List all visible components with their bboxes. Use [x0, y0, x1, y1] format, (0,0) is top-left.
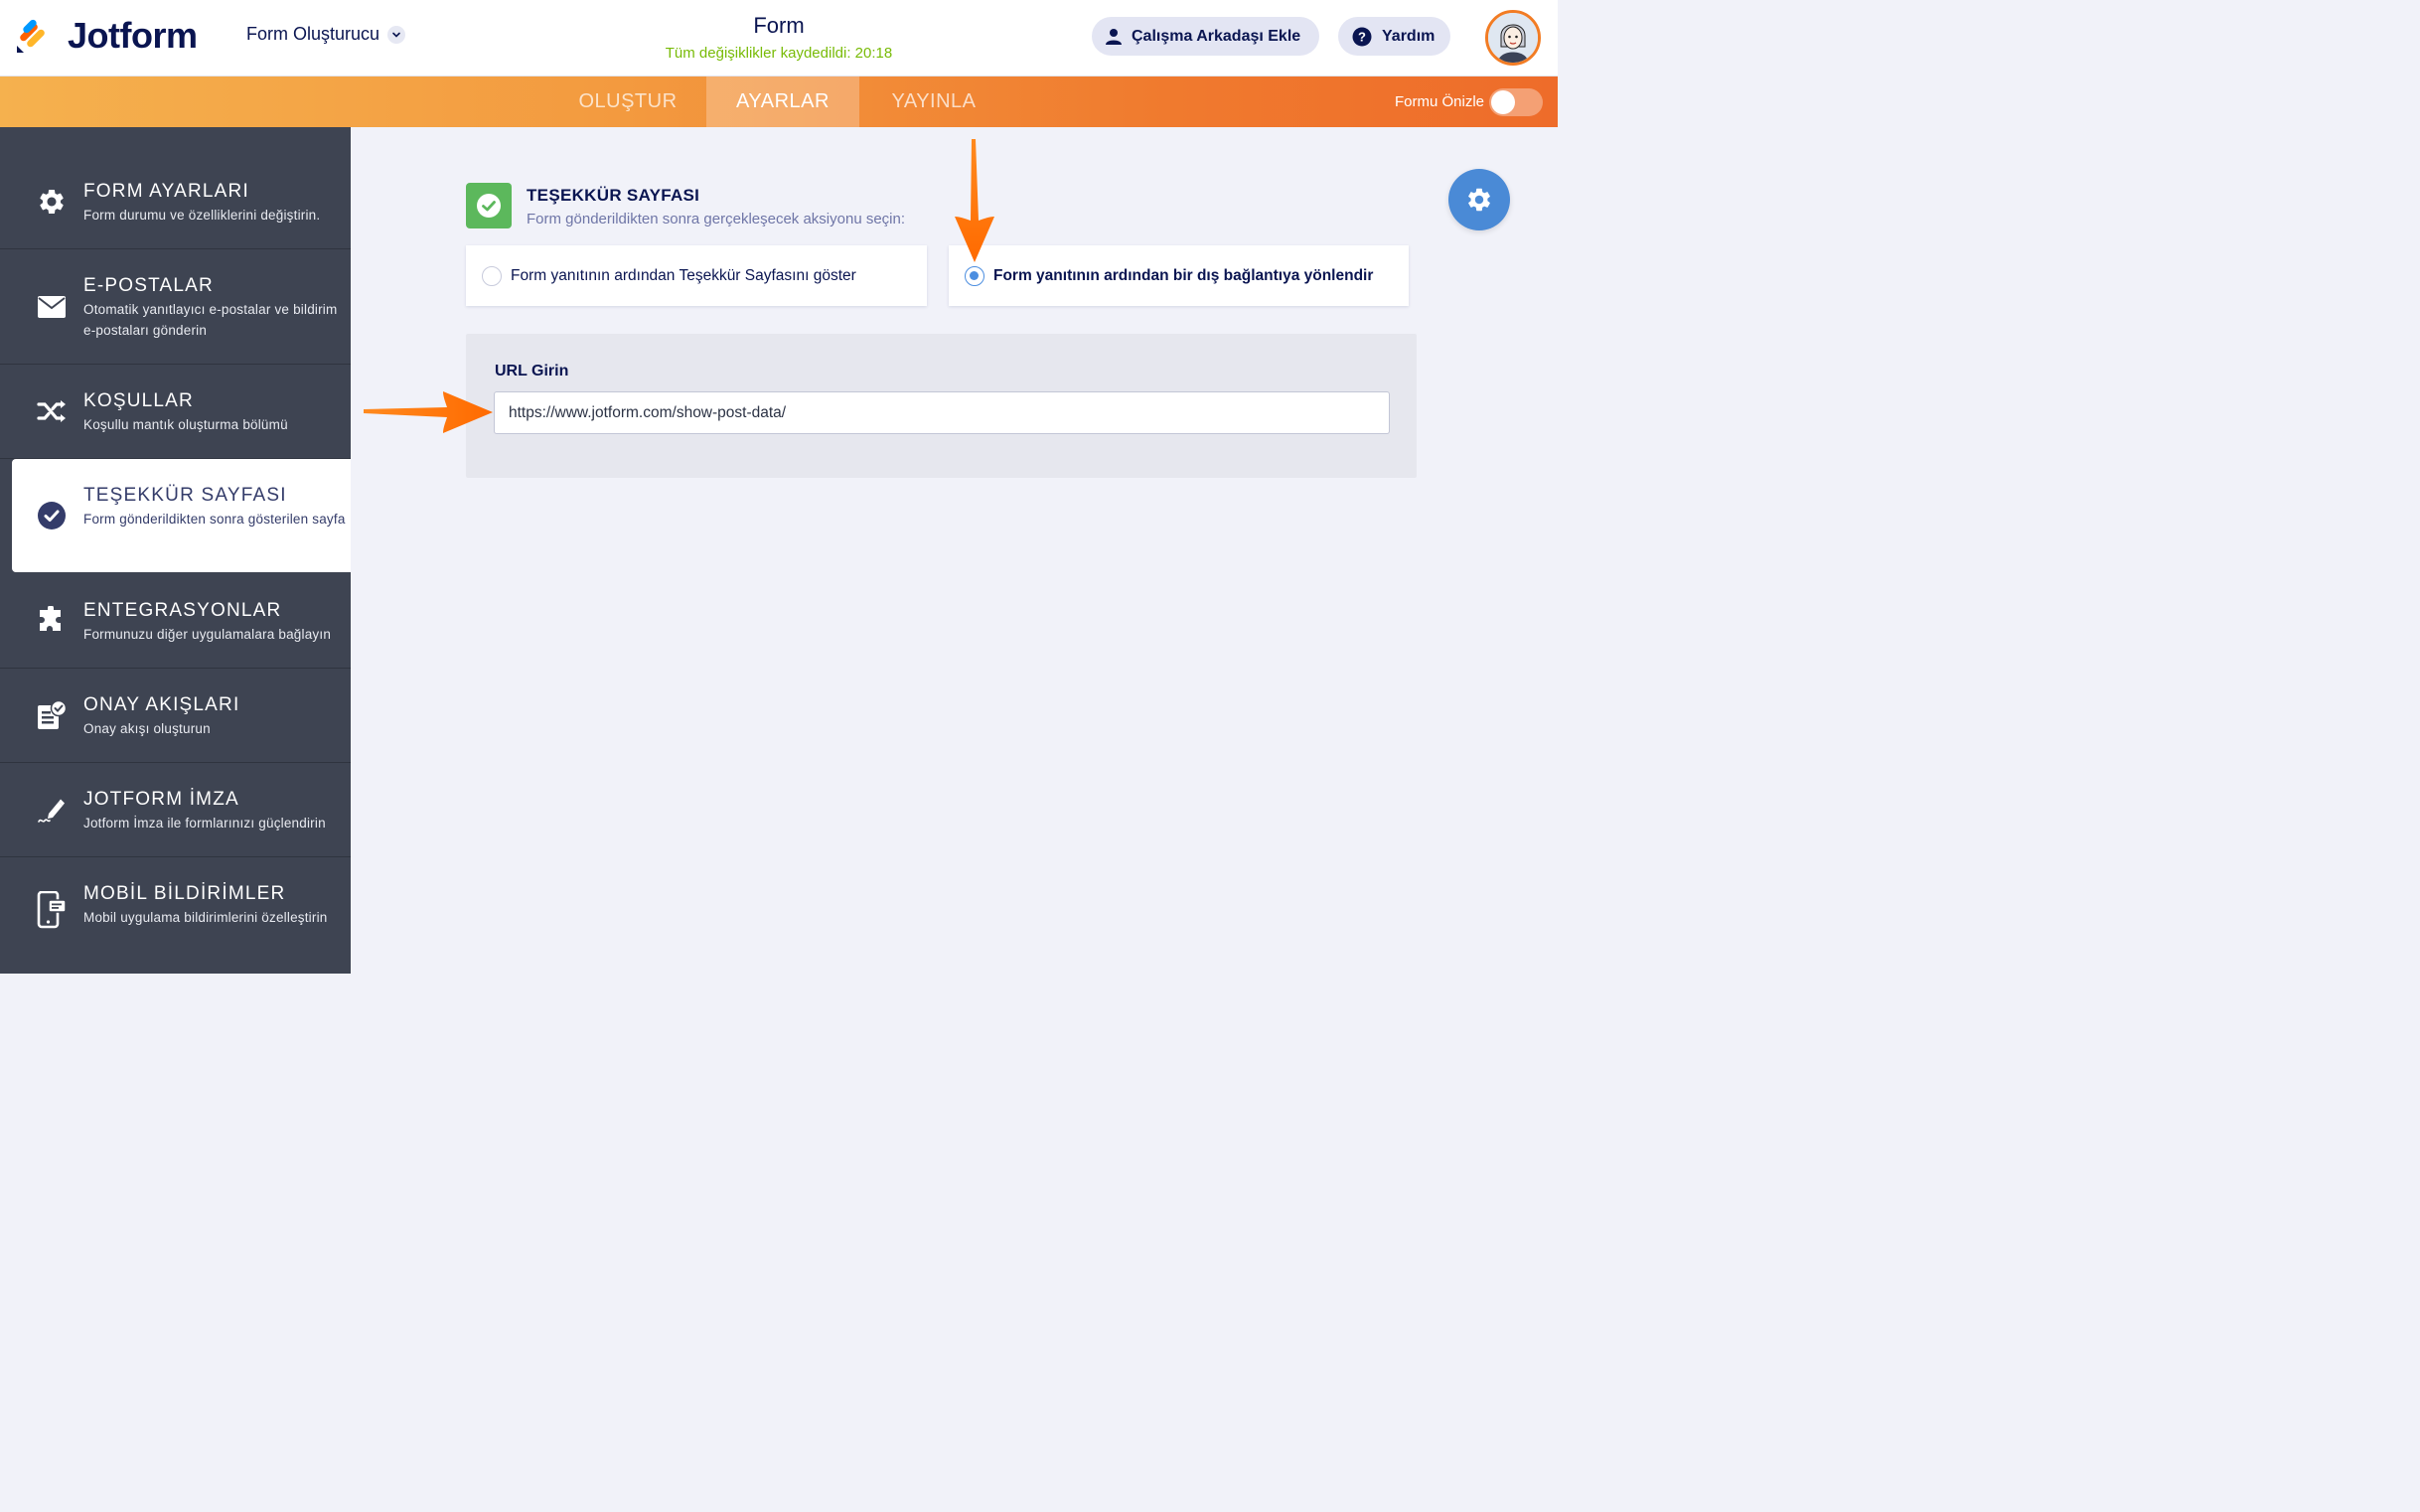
pen-signature-icon — [37, 796, 67, 826]
mobile-notification-icon — [37, 891, 67, 929]
avatar[interactable] — [1485, 10, 1541, 66]
sidebar-item-jotform-sign[interactable]: JOTFORM İMZA Jotform İmza ile formlarını… — [0, 763, 351, 857]
sidebar-item-title: ONAY AKIŞLARI — [83, 694, 240, 715]
tab-publish[interactable]: YAYINLA — [860, 76, 1007, 127]
question-icon: ? — [1352, 27, 1372, 47]
save-status: Tüm değişiklikler kaydedildi: 20:18 — [665, 45, 893, 62]
preview-toggle[interactable] — [1489, 88, 1543, 116]
annotation-arrow-right — [364, 391, 493, 433]
option-redirect-external-link[interactable]: Form yanıtının ardından bir dış bağlantı… — [949, 245, 1409, 306]
gear-icon — [1468, 188, 1490, 212]
invite-collaborator-label: Çalışma Arkadaşı Ekle — [1132, 27, 1301, 45]
section-subtitle: Form gönderildikten sonra gerçekleşecek … — [527, 211, 906, 227]
sidebar-item-title: KOŞULLAR — [83, 390, 194, 411]
sidebar-item-title: TEŞEKKÜR SAYFASI — [83, 485, 287, 506]
svg-text:?: ? — [1358, 29, 1366, 44]
preview-form-label: Formu Önizle — [1394, 93, 1484, 110]
puzzle-icon — [37, 605, 67, 635]
url-label: URL Girin — [495, 363, 569, 379]
gear-icon — [37, 187, 67, 217]
form-title-block: Form Tüm değişiklikler kaydedildi: 20:18 — [0, 13, 1558, 62]
option-label: Form yanıtının ardından bir dış bağlantı… — [993, 266, 1374, 284]
envelope-icon — [37, 292, 67, 322]
sidebar-item-title: E-POSTALAR — [83, 275, 214, 296]
sidebar-item-integrations[interactable]: ENTEGRASYONLAR Formunuzu diğer uygulamal… — [0, 574, 351, 669]
sidebar-item-approval-flows[interactable]: ONAY AKIŞLARI Onay akışı oluşturun — [0, 669, 351, 763]
settings-gear-button[interactable] — [1448, 169, 1510, 230]
sidebar-item-title: MOBİL BİLDİRİMLER — [83, 883, 286, 904]
radio-button[interactable] — [482, 265, 502, 286]
sidebar-item-thank-you-page[interactable]: TEŞEKKÜR SAYFASI Form gönderildikten son… — [12, 459, 351, 572]
tab-build[interactable]: OLUŞTUR — [551, 76, 704, 127]
invite-collaborator-button[interactable]: Çalışma Arkadaşı Ekle — [1092, 17, 1319, 56]
form-title[interactable]: Form — [0, 13, 1558, 39]
settings-sidebar: FORM AYARLARI Form durumu ve özellikleri… — [0, 127, 351, 974]
sidebar-item-conditions[interactable]: KOŞULLAR Koşullu mantık oluşturma bölümü — [0, 365, 351, 459]
section-title: TEŞEKKÜR SAYFASI — [527, 186, 700, 205]
top-header: Jotform Form Oluşturucu Form Tüm değişik… — [0, 0, 1558, 76]
radio-button-selected[interactable] — [965, 265, 984, 286]
main-navbar: OLUŞTUR AYARLAR YAYINLA Formu Önizle — [0, 76, 1558, 127]
sidebar-item-desc: Form gönderildikten sonra gösterilen say… — [83, 512, 346, 527]
sidebar-item-desc: Form durumu ve özelliklerini değiştirin. — [83, 208, 321, 223]
annotation-arrow-down — [955, 139, 994, 262]
option-show-thank-you-page[interactable]: Form yanıtının ardından Teşekkür Sayfası… — [466, 245, 927, 306]
user-icon — [1106, 28, 1122, 46]
sidebar-item-title: ENTEGRASYONLAR — [83, 600, 282, 621]
sidebar-item-desc: Formunuzu diğer uygulamalara bağlayın — [83, 627, 332, 642]
approval-document-icon — [37, 700, 67, 730]
shuffle-icon — [37, 396, 67, 426]
sidebar-item-desc: Koşullu mantık oluşturma bölümü — [83, 417, 288, 432]
toggle-knob — [1491, 90, 1515, 114]
option-label: Form yanıtının ardından Teşekkür Sayfası… — [511, 266, 856, 284]
help-label: Yardım — [1382, 27, 1436, 45]
sidebar-item-title: JOTFORM İMZA — [83, 789, 239, 810]
sidebar-item-mobile-notifications[interactable]: MOBİL BİLDİRİMLER Mobil uygulama bildiri… — [0, 857, 351, 974]
sidebar-item-desc: Otomatik yanıtlayıcı e-postalar ve bildi… — [83, 302, 338, 338]
sidebar-item-desc: Mobil uygulama bildirimlerini özelleştir… — [83, 910, 328, 925]
url-input[interactable] — [494, 391, 1390, 434]
sidebar-item-form-settings[interactable]: FORM AYARLARI Form durumu ve özellikleri… — [0, 127, 351, 249]
check-circle-icon — [37, 501, 67, 530]
sidebar-item-title: FORM AYARLARI — [83, 181, 249, 202]
sidebar-item-desc: Onay akışı oluşturun — [83, 721, 211, 736]
sidebar-item-emails[interactable]: E-POSTALAR Otomatik yanıtlayıcı e-postal… — [0, 249, 351, 365]
tab-settings[interactable]: AYARLAR — [706, 76, 859, 127]
help-button[interactable]: ? Yardım — [1338, 17, 1450, 56]
section-check-icon — [466, 183, 512, 228]
sidebar-item-desc: Jotform İmza ile formlarınızı güçlendiri… — [83, 816, 326, 831]
